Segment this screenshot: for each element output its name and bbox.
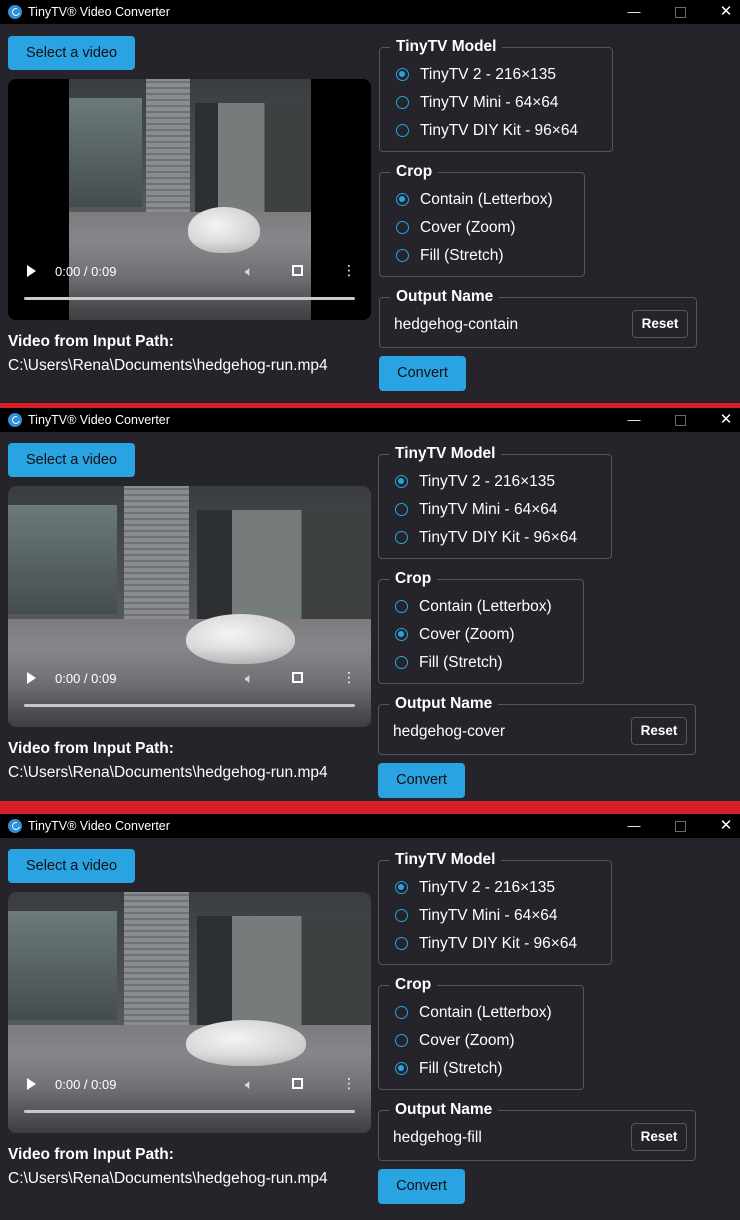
model-group: TinyTV Model TinyTV 2 - 216×135 TinyTV M… (379, 38, 613, 152)
title-bar: TinyTV® Video Converter — ✕ (0, 408, 740, 432)
maximize-icon[interactable] (670, 3, 690, 21)
video-player[interactable]: 0:00 / 0:09 🔈︎ ⋮ (8, 892, 371, 1133)
maximize-icon[interactable] (670, 817, 690, 835)
radio-unselected[interactable] (395, 531, 408, 544)
radio-unselected[interactable] (395, 937, 408, 950)
seek-bar[interactable] (24, 704, 355, 707)
output-name-input[interactable]: hedgehog-fill (393, 1129, 482, 1147)
output-group: Output Name hedgehog-fill Reset (378, 1101, 696, 1161)
path-value: C:\Users\Rena\Documents\hedgehog-run.mp4 (8, 357, 328, 374)
app-icon (8, 5, 22, 19)
radio-unselected[interactable] (396, 96, 409, 109)
model-legend: TinyTV Model (389, 851, 502, 869)
video-player[interactable]: 0:00 / 0:09 🔈︎ ⋮ (8, 79, 371, 320)
converter-window-contain: TinyTV® Video Converter — ✕ Select a vid… (0, 0, 740, 403)
radio-unselected[interactable] (395, 656, 408, 669)
seek-bar[interactable] (24, 1110, 355, 1113)
radio-unselected[interactable] (395, 1034, 408, 1047)
path-value: C:\Users\Rena\Documents\hedgehog-run.mp4 (8, 1170, 328, 1187)
output-legend: Output Name (389, 1101, 499, 1119)
radio-unselected[interactable] (396, 221, 409, 234)
reset-button[interactable]: Reset (631, 717, 687, 745)
minimize-icon[interactable]: — (624, 411, 644, 429)
path-label: Video from Input Path: (8, 333, 174, 350)
radio-unselected[interactable] (396, 249, 409, 262)
title-bar: TinyTV® Video Converter — ✕ (0, 814, 740, 838)
title-bar: TinyTV® Video Converter — ✕ (0, 0, 740, 24)
output-legend: Output Name (390, 288, 500, 306)
path-label: Video from Input Path: (8, 1146, 174, 1163)
convert-button[interactable]: Convert (378, 1169, 465, 1204)
reset-button[interactable]: Reset (631, 1123, 687, 1151)
select-video-button[interactable]: Select a video (8, 36, 135, 70)
video-time: 0:00 / 0:09 (55, 264, 117, 279)
maximize-icon[interactable] (670, 411, 690, 429)
radio-unselected[interactable] (395, 1006, 408, 1019)
volume-icon[interactable]: 🔈︎ (245, 263, 253, 280)
minimize-icon[interactable]: — (624, 817, 644, 835)
close-icon[interactable]: ✕ (716, 411, 736, 429)
volume-icon[interactable]: 🔈︎ (245, 1076, 253, 1093)
path-value: C:\Users\Rena\Documents\hedgehog-run.mp4 (8, 764, 328, 781)
play-icon[interactable] (27, 265, 36, 277)
fullscreen-icon[interactable] (292, 265, 303, 276)
play-icon[interactable] (27, 1078, 36, 1090)
radio-unselected[interactable] (395, 600, 408, 613)
more-options-icon[interactable]: ⋮ (342, 1076, 356, 1090)
model-legend: TinyTV Model (390, 38, 503, 56)
crop-group: Crop Contain (Letterbox) Cover (Zoom) Fi… (379, 163, 585, 277)
window-title: TinyTV® Video Converter (28, 819, 170, 833)
select-video-button[interactable]: Select a video (8, 849, 135, 883)
radio-selected[interactable] (396, 193, 409, 206)
window-title: TinyTV® Video Converter (28, 5, 170, 19)
video-player[interactable]: 0:00 / 0:09 🔈︎ ⋮ (8, 486, 371, 727)
radio-unselected[interactable] (396, 124, 409, 137)
minimize-icon[interactable]: — (624, 3, 644, 21)
radio-selected[interactable] (395, 881, 408, 894)
volume-icon[interactable]: 🔈︎ (245, 670, 253, 687)
app-icon (8, 413, 22, 427)
radio-selected[interactable] (395, 475, 408, 488)
crop-group: Crop Contain (Letterbox) Cover (Zoom) Fi… (378, 570, 584, 684)
converter-window-fill: TinyTV® Video Converter — ✕ Select a vid… (0, 814, 740, 1220)
close-icon[interactable]: ✕ (716, 3, 736, 21)
convert-button[interactable]: Convert (379, 356, 466, 391)
output-group: Output Name hedgehog-cover Reset (378, 695, 696, 755)
fullscreen-icon[interactable] (292, 672, 303, 683)
select-video-button[interactable]: Select a video (8, 443, 135, 477)
video-time: 0:00 / 0:09 (55, 671, 117, 686)
video-time: 0:00 / 0:09 (55, 1077, 117, 1092)
radio-unselected[interactable] (395, 503, 408, 516)
path-label: Video from Input Path: (8, 740, 174, 757)
app-icon (8, 819, 22, 833)
radio-selected[interactable] (396, 68, 409, 81)
play-icon[interactable] (27, 672, 36, 684)
converter-window-cover: TinyTV® Video Converter — ✕ Select a vid… (0, 408, 740, 801)
output-name-input[interactable]: hedgehog-cover (393, 723, 505, 741)
reset-button[interactable]: Reset (632, 310, 688, 338)
more-options-icon[interactable]: ⋮ (342, 670, 356, 684)
model-group: TinyTV Model TinyTV 2 - 216×135 TinyTV M… (378, 445, 612, 559)
convert-button[interactable]: Convert (378, 763, 465, 798)
radio-unselected[interactable] (395, 909, 408, 922)
fullscreen-icon[interactable] (292, 1078, 303, 1089)
output-group: Output Name hedgehog-contain Reset (379, 288, 697, 348)
radio-selected[interactable] (395, 628, 408, 641)
close-icon[interactable]: ✕ (716, 817, 736, 835)
output-legend: Output Name (389, 695, 499, 713)
crop-legend: Crop (389, 976, 438, 994)
crop-legend: Crop (389, 570, 438, 588)
output-name-input[interactable]: hedgehog-contain (394, 316, 518, 334)
model-legend: TinyTV Model (389, 445, 502, 463)
seek-bar[interactable] (24, 297, 355, 300)
crop-group: Crop Contain (Letterbox) Cover (Zoom) Fi… (378, 976, 584, 1090)
radio-selected[interactable] (395, 1062, 408, 1075)
window-title: TinyTV® Video Converter (28, 413, 170, 427)
model-group: TinyTV Model TinyTV 2 - 216×135 TinyTV M… (378, 851, 612, 965)
more-options-icon[interactable]: ⋮ (342, 263, 356, 277)
crop-legend: Crop (390, 163, 439, 181)
